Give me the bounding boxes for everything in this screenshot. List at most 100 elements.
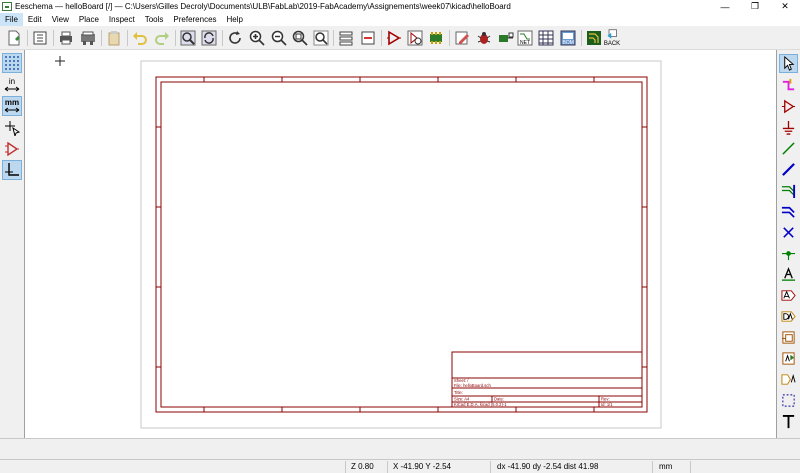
zoom-fit-button[interactable] <box>291 29 309 47</box>
add-graphic-lines-tool[interactable] <box>779 391 798 410</box>
units-mm-toggle[interactable]: mm <box>2 96 22 116</box>
no-connect-tool[interactable] <box>779 223 798 242</box>
show-hidden-pins-toggle[interactable] <box>2 139 22 159</box>
generate-bom-button[interactable]: BOM <box>559 29 577 47</box>
sheet-pin-icon <box>781 374 796 385</box>
zoom-out-button[interactable] <box>270 29 288 47</box>
close-button[interactable]: ✕ <box>770 0 800 13</box>
add-power-tool[interactable] <box>779 118 798 137</box>
zoom-area-icon <box>313 30 329 46</box>
menu-file[interactable]: File <box>0 13 23 26</box>
zoom-in-button[interactable] <box>248 29 266 47</box>
open-pcbnew-button[interactable] <box>585 29 603 47</box>
paper-outline <box>140 60 662 429</box>
generate-netlist-button[interactable]: NET <box>516 29 534 47</box>
assign-footprints-button[interactable] <box>497 29 515 47</box>
add-symbol-icon <box>781 99 796 114</box>
redo-icon <box>155 32 169 45</box>
zoom-in-icon <box>249 30 265 46</box>
schematic-canvas[interactable]: Sheet: / File: helloBoard.sch Title: Siz… <box>24 50 777 438</box>
redo-button[interactable] <box>153 29 171 47</box>
bus-icon <box>782 163 795 176</box>
hierarchical-label-icon <box>781 311 796 322</box>
minimize-button[interactable]: — <box>710 0 740 13</box>
wire-to-bus-entry-tool[interactable] <box>779 181 798 200</box>
paste-icon <box>108 31 120 46</box>
add-global-label-tool[interactable] <box>779 286 798 305</box>
page-settings-icon <box>33 31 47 45</box>
zoom-selection-button[interactable] <box>312 29 330 47</box>
title-block-date: Date: <box>494 397 504 402</box>
redraw-button[interactable] <box>226 29 244 47</box>
restore-button[interactable]: ❐ <box>740 0 770 13</box>
cursor-shape-toggle[interactable] <box>2 118 22 138</box>
bus-definitions-button[interactable] <box>537 29 555 47</box>
dashed-lines-icon <box>782 394 795 407</box>
menu-tools[interactable]: Tools <box>140 13 169 26</box>
add-symbol-tool[interactable] <box>779 97 798 116</box>
cursor-coordinates: X -41.90 Y -2.54 <box>393 462 451 471</box>
find-replace-button[interactable] <box>200 29 218 47</box>
menu-edit[interactable]: Edit <box>23 13 47 26</box>
import-sheet-pin-tool[interactable] <box>779 349 798 368</box>
message-panel <box>0 438 800 459</box>
menu-help[interactable]: Help <box>222 13 248 26</box>
crosshair-cursor-icon <box>5 121 20 136</box>
add-junction-tool[interactable] <box>779 244 798 263</box>
ground-icon <box>782 120 795 135</box>
highlight-net-tool[interactable] <box>779 76 798 95</box>
show-grid-toggle[interactable] <box>2 53 22 73</box>
find-button[interactable] <box>179 29 197 47</box>
highlight-net-icon <box>782 78 795 91</box>
menu-view[interactable]: View <box>47 13 74 26</box>
footprint-editor-button[interactable] <box>427 29 445 47</box>
bug-icon <box>477 32 491 44</box>
new-schematic-button[interactable] <box>5 29 23 47</box>
symbol-library-browser-button[interactable] <box>406 29 424 47</box>
find-replace-icon <box>201 30 217 46</box>
add-hierarchical-label-tool[interactable] <box>779 307 798 326</box>
zoom-out-icon <box>271 30 287 46</box>
hierarchy-icon <box>339 31 353 46</box>
annotate-icon <box>455 31 469 45</box>
menu-inspect[interactable]: Inspect <box>104 13 140 26</box>
add-bus-tool[interactable] <box>779 160 798 179</box>
undo-button[interactable] <box>131 29 149 47</box>
bus-to-bus-entry-tool[interactable] <box>779 202 798 221</box>
menu-preferences[interactable]: Preferences <box>168 13 221 26</box>
print-button[interactable] <box>57 29 75 47</box>
annotate-button[interactable] <box>453 29 471 47</box>
add-text-tool[interactable] <box>779 412 798 431</box>
plot-button[interactable] <box>79 29 97 47</box>
main-toolbar: NET BOM BACK <box>0 26 800 50</box>
no-connect-icon <box>783 227 794 238</box>
menu-place[interactable]: Place <box>74 13 104 26</box>
title-block-size: Size: A4 <box>454 397 470 402</box>
leave-sheet-icon <box>361 31 375 45</box>
plotter-icon <box>81 31 95 45</box>
select-tool[interactable] <box>779 54 798 73</box>
library-browser-icon <box>407 30 423 46</box>
add-hierarchical-sheet-tool[interactable] <box>779 328 798 347</box>
double-arrow-icon <box>4 86 20 92</box>
paste-button[interactable] <box>105 29 123 47</box>
symbol-editor-button[interactable] <box>385 29 403 47</box>
title-block-rev: Rev: <box>601 397 610 402</box>
units-inch-toggle[interactable]: in <box>2 75 22 95</box>
add-wire-tool[interactable] <box>779 139 798 158</box>
units-readout: mm <box>659 462 673 471</box>
hidden-pins-icon <box>5 141 19 157</box>
orthogonal-wires-toggle[interactable] <box>2 160 22 180</box>
add-net-label-tool[interactable] <box>779 265 798 284</box>
back-button[interactable]: BACK <box>603 27 621 49</box>
zoom-readout: Z 0.80 <box>351 462 374 471</box>
bus-bus-entry-icon <box>781 206 795 218</box>
leave-sheet-button[interactable] <box>359 29 377 47</box>
page-settings-button[interactable] <box>31 29 49 47</box>
title-block-kicad: KiCad E.D.A. kicad (5.0.2)-1 <box>454 402 507 407</box>
import-pin-icon <box>782 352 795 365</box>
add-sheet-pin-tool[interactable] <box>779 370 798 389</box>
erc-button[interactable] <box>475 29 493 47</box>
bom-icon: BOM <box>560 30 576 46</box>
hierarchy-navigator-button[interactable] <box>337 29 355 47</box>
